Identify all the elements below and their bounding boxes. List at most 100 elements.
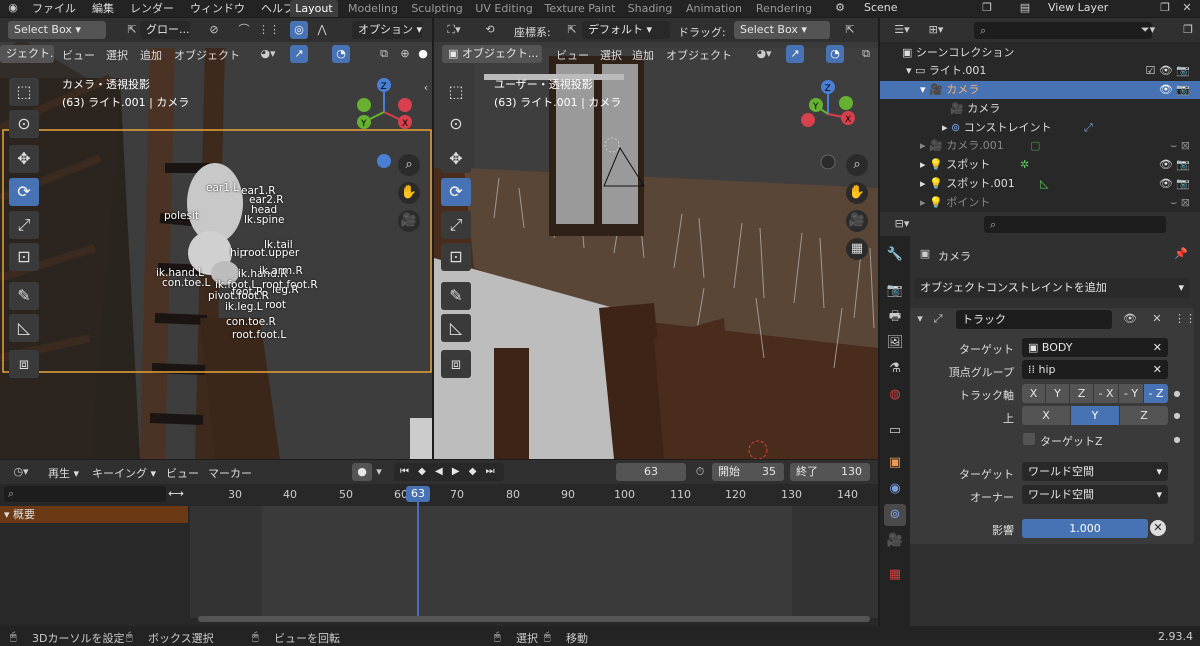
collapse-arrow-icon[interactable]: ‹ (420, 80, 432, 96)
menu-object[interactable]: オブジェクト (174, 47, 240, 63)
filter-icon[interactable]: ⏷▾ (1136, 22, 1160, 38)
menu-view[interactable]: ビュー (62, 47, 95, 63)
falloff-icon[interactable]: ⋀ (312, 22, 332, 38)
outliner-row-point[interactable]: ▸ 💡 ポイント ⌣ ⊠ (880, 194, 1200, 208)
snap-target-icon[interactable]: ⋮⋮ (258, 22, 280, 38)
panel-collapse-icon[interactable]: ▾ (914, 311, 926, 327)
right-measure-tool-icon[interactable]: ◺ (441, 314, 471, 342)
view-layer-icon[interactable]: ▤ (1016, 0, 1034, 16)
camera-view-icon[interactable]: 🎥 (398, 210, 420, 232)
influence-slider[interactable]: 1.000 (1022, 519, 1148, 538)
keyframe-dot-icon[interactable]: ● (1172, 408, 1182, 424)
right-overlay-toggle[interactable]: ◔ (826, 45, 844, 63)
target-field[interactable]: ▣ BODY ✕ (1022, 338, 1168, 357)
outliner-row-camera[interactable]: ▾ 🎥 カメラ 👁 📷 (880, 81, 1200, 99)
new-collection-icon[interactable]: ❐ (1180, 22, 1196, 38)
right-scale-tool-icon[interactable]: ⤢ (441, 211, 471, 239)
scene-icon[interactable]: ⚙ (830, 0, 850, 16)
right-visibility-icon[interactable]: ◕▾ (754, 46, 774, 62)
right-transform-tool-icon[interactable]: ⊡ (441, 243, 471, 271)
tab-layout[interactable]: Layout (290, 0, 338, 17)
view-layer-tab-icon[interactable]: 🖼 (884, 332, 906, 354)
object-tab-icon[interactable]: ▣ (884, 452, 906, 474)
duplicate-scene-icon[interactable]: ❐ (980, 0, 994, 16)
tab-sculpting[interactable]: Sculpting (408, 0, 466, 17)
start-frame-field[interactable]: 開始 35 (712, 463, 784, 481)
right-rotate-tool-icon[interactable]: ⟳ (441, 178, 471, 206)
grid-ortho-icon[interactable]: ▦ (846, 238, 868, 260)
track-axis-neg-x[interactable]: - X (1094, 384, 1118, 403)
timeline-editor-icon[interactable]: ◷▾ (8, 464, 34, 480)
cursor-tool-icon[interactable]: ⊙ (9, 110, 39, 138)
right-gizmo-toggle[interactable]: ↗ (786, 45, 804, 63)
blender-logo-icon[interactable]: ◉ (6, 0, 20, 16)
move-tool-icon[interactable]: ✥ (9, 145, 39, 173)
drag-handle-icon[interactable]: ⋮⋮ (1174, 311, 1196, 327)
right-mode-dropdown[interactable]: ▣ オブジェクト... (442, 45, 542, 63)
scale-tool-icon[interactable]: ⤢ (9, 211, 39, 239)
overlay-toggle[interactable]: ◔ (332, 45, 350, 63)
right-camera-view-icon[interactable]: 🎥 (846, 210, 868, 232)
space-target-dropdown[interactable]: ワールド空間 ▾ (1022, 462, 1168, 481)
outliner-row-light[interactable]: ▾ ▭ ライト.001 ☑ 👁 📷 (880, 62, 1200, 80)
track-axis-x[interactable]: X (1022, 384, 1045, 403)
tool-tab-icon[interactable]: 🔧 (884, 244, 906, 266)
keyframe-dot-icon[interactable]: ● (1172, 386, 1182, 402)
keyframe-dot-icon[interactable]: ● (1172, 432, 1182, 448)
target-z-checkbox[interactable] (1023, 433, 1035, 445)
menu-file[interactable]: ファイル (24, 1, 84, 16)
mode-dropdown[interactable]: ジェクト... (0, 45, 54, 63)
right-zoom-icon[interactable]: ⌕ (846, 154, 868, 176)
track-axis-z[interactable]: Z (1070, 384, 1093, 403)
right-menu-view[interactable]: ビュー (556, 47, 589, 63)
up-axis-x[interactable]: X (1022, 406, 1070, 425)
menu-window[interactable]: ウィンドウ (182, 1, 253, 16)
end-frame-field[interactable]: 終了 130 (790, 463, 870, 481)
outliner-row-spot-001[interactable]: ▸ 💡 スポット.001 ◺ 👁 📷 (880, 175, 1200, 193)
world-tab-icon[interactable]: ◍ (884, 384, 906, 406)
menu-select[interactable]: 選択 (106, 47, 128, 63)
add-constraint-dropdown[interactable]: オブジェクトコンストレイントを追加 ▾ (914, 278, 1190, 298)
transform-orientation-icon[interactable]: ⇱ (124, 22, 140, 38)
outliner-row-constraint[interactable]: ▸ ⊚ コンストレイント ⤢ (880, 119, 1200, 137)
stopwatch-icon[interactable]: ⏱ (692, 464, 708, 480)
output-tab-icon[interactable]: 🖶 (884, 306, 906, 328)
tab-rendering[interactable]: Rendering (752, 0, 816, 17)
summary-channel[interactable]: ▾ 概要 (0, 506, 188, 523)
owner-space-dropdown[interactable]: ワールド空間 ▾ (1022, 485, 1168, 504)
tab-shading[interactable]: Shading (624, 0, 676, 17)
outliner-row-spot[interactable]: ▸ 💡 スポット ✲ 👁 📷 (880, 156, 1200, 174)
editor-type-icon[interactable]: ⛶▾ (442, 22, 466, 38)
right-annotate-tool-icon[interactable]: ✎ (441, 282, 471, 310)
view-layer-name[interactable]: View Layer (1048, 1, 1108, 14)
constraint-tab-icon[interactable]: ⊚ (884, 504, 906, 526)
left-viewport[interactable]: Select Box ▾ ⇱ グロー... ⊘ ⌒ ⋮⋮ ◎ ⋀ オプション ▾… (0, 18, 432, 459)
collection-tab-icon[interactable]: ▭ (884, 420, 906, 442)
tab-modeling[interactable]: Modeling (343, 0, 403, 17)
outliner-row-camera-data[interactable]: 🎥 カメラ (880, 100, 1200, 118)
right-move-tool-icon[interactable]: ✥ (441, 145, 471, 173)
wireframe-shading-icon[interactable]: ⊕ (398, 46, 412, 62)
data-tab-icon[interactable]: 🎥 (884, 530, 906, 552)
transform-tool-icon[interactable]: ⊡ (9, 243, 39, 271)
pin-icon[interactable]: 📌 (1174, 246, 1188, 262)
duplicate-layer-icon[interactable]: ❐ (1158, 0, 1172, 16)
tab-animation[interactable]: Animation (682, 0, 746, 17)
right-pan-hand-icon[interactable]: ✋ (846, 182, 868, 204)
properties-editor-icon[interactable]: ⊟▾ (890, 216, 914, 232)
playhead[interactable]: 63 (406, 486, 430, 502)
proportional-edit-button[interactable]: ◎ (290, 21, 308, 39)
select-mode-dropdown[interactable]: Select Box ▾ (8, 21, 106, 39)
orientation-dropdown[interactable]: グロー... (140, 21, 190, 39)
options-dropdown[interactable]: オプション ▾ (352, 21, 422, 39)
record-options-icon[interactable]: ▾ (374, 464, 384, 480)
right-menu-add[interactable]: 追加 (632, 47, 654, 63)
tab-texture-paint[interactable]: Texture Paint (542, 0, 618, 17)
properties-search[interactable]: ⌕ (984, 216, 1166, 233)
close-layer-icon[interactable]: ✕ (1180, 0, 1194, 16)
outliner-search[interactable]: ⌕ (974, 22, 1152, 39)
menu-render[interactable]: レンダー (122, 1, 182, 16)
disable-keep-temp-icon[interactable]: ✕ (1150, 520, 1166, 536)
gizmo-toggle[interactable]: ↗ (290, 45, 308, 63)
up-axis-z[interactable]: Z (1120, 406, 1168, 425)
